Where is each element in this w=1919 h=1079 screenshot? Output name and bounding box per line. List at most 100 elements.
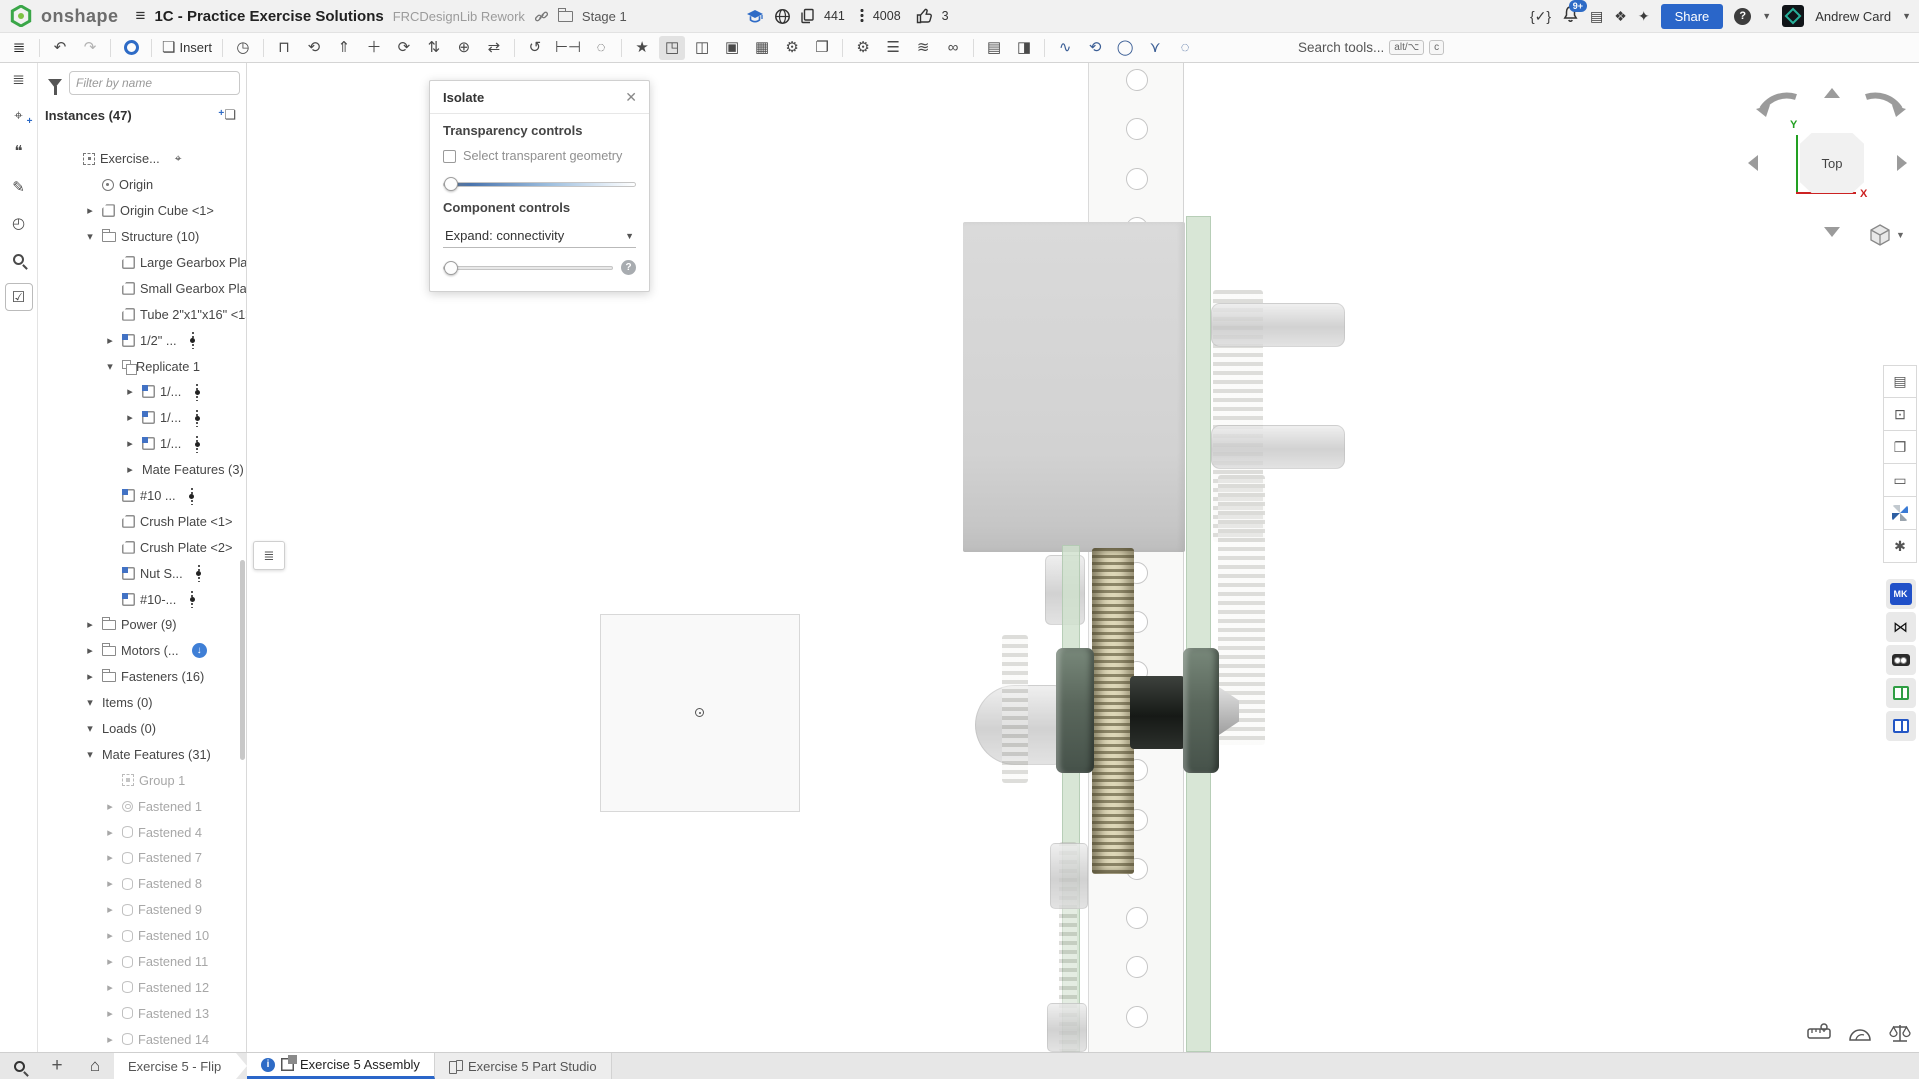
app-butterfly-button[interactable]: ⋈	[1886, 612, 1916, 642]
ghost-standoff-1[interactable]	[1211, 303, 1345, 347]
notes-panel-button[interactable]: ✎	[6, 175, 32, 199]
chevron-right-icon[interactable]: ▸	[123, 437, 137, 450]
extensions-panel-button[interactable]	[1883, 497, 1917, 530]
selection-region[interactable]	[600, 614, 800, 812]
pin-slot-mate-button[interactable]: ⇅	[421, 36, 447, 60]
history-button[interactable]: ◷	[230, 36, 256, 60]
view-up-arrow[interactable]	[1824, 88, 1840, 98]
workspace-folder-icon[interactable]	[558, 11, 573, 22]
group-button[interactable]: ▣	[719, 36, 745, 60]
expand-mode-dropdown[interactable]: Expand: connectivity ▼	[443, 225, 636, 248]
ghost-sprocket[interactable]	[1002, 635, 1028, 783]
chevron-down-icon[interactable]: ▾	[83, 748, 97, 761]
bom-panel-button[interactable]: ☑	[5, 283, 33, 311]
public-globe-icon[interactable]	[774, 8, 791, 25]
chevron-down-icon[interactable]: ▾	[83, 722, 97, 735]
redo-button[interactable]: ↷	[77, 36, 103, 60]
tree-item-exercise[interactable]: Exercise...⌖	[38, 146, 242, 172]
tab-exercise5-assembly[interactable]: iExercise 5 Assembly	[247, 1053, 435, 1079]
publications-button[interactable]: ❐	[809, 36, 835, 60]
configurations-panel-button[interactable]: ⊡	[1883, 398, 1917, 431]
tree-flyout-handle[interactable]: ≣	[253, 541, 285, 570]
mate-connector-panel-button[interactable]: ⌖+	[6, 103, 32, 127]
tree-item-origin-cube-1[interactable]: ▸Origin Cube <1>	[38, 198, 242, 224]
search-tools[interactable]: Search tools... alt/⌥ c	[1298, 40, 1444, 55]
add-tab-button[interactable]: +	[38, 1053, 76, 1079]
measure-length-button[interactable]	[1807, 1023, 1831, 1048]
close-icon[interactable]: ✕	[625, 89, 637, 106]
expand-slider-track[interactable]	[443, 266, 613, 270]
transparency-slider-knob[interactable]	[444, 177, 458, 191]
tree-item-fastened-14[interactable]: ▸Fastened 14	[38, 1026, 242, 1052]
sync-update-button[interactable]	[118, 36, 144, 60]
chevron-right-icon[interactable]: ▸	[103, 955, 117, 968]
tree-item-mate-features-3[interactable]: ▸Mate Features (3)	[38, 457, 242, 483]
view-cube-face-top[interactable]: Top	[1800, 133, 1864, 193]
workspace-name[interactable]: Stage 1	[582, 9, 627, 24]
tree-item-motors[interactable]: ▸Motors (...↓	[38, 638, 242, 664]
transparency-slider-track[interactable]	[443, 182, 636, 187]
insert-button[interactable]: ❏Insert	[159, 36, 215, 60]
belt-relation-button[interactable]: ∞	[940, 36, 966, 60]
tree-item-fastened-1[interactable]: ▸Fastened 1	[38, 793, 242, 819]
onshape-logo-text[interactable]: onshape	[41, 6, 119, 27]
chevron-right-icon[interactable]: ▸	[103, 903, 117, 916]
tree-item-fastened-10[interactable]: ▸Fastened 10	[38, 923, 242, 949]
screw-relation-button[interactable]: ≋	[910, 36, 936, 60]
user-name[interactable]: Andrew Card	[1815, 9, 1891, 24]
onshape-logo-icon[interactable]	[10, 5, 32, 27]
tree-item-large-gearbox-pla[interactable]: Large Gearbox Pla...	[38, 250, 242, 276]
copies-icon[interactable]	[800, 8, 815, 24]
featurescript-check-icon[interactable]: {✓}	[1530, 8, 1551, 25]
fastened-mate-button[interactable]: ⊓	[271, 36, 297, 60]
tree-item-loads-0[interactable]: ▾Loads (0)	[38, 716, 242, 742]
user-caret-icon[interactable]: ▼	[1902, 11, 1911, 21]
chevron-right-icon[interactable]: ▸	[123, 411, 137, 424]
chevron-right-icon[interactable]: ▸	[123, 463, 137, 476]
chevron-right-icon[interactable]: ▸	[103, 1033, 117, 1046]
transparency-slider[interactable]	[443, 177, 636, 191]
tree-item-1-2[interactable]: ▸1/2" ...	[38, 327, 242, 353]
tree-item-nut-s[interactable]: Nut S...	[38, 560, 242, 586]
home-tab-button[interactable]: ⌂	[76, 1053, 114, 1079]
app-green-book-button[interactable]	[1886, 678, 1916, 708]
help-caret-icon[interactable]: ▼	[1762, 11, 1771, 21]
link-icon[interactable]	[534, 9, 549, 24]
chevron-right-icon[interactable]: ▸	[103, 800, 117, 813]
isolate-button[interactable]: ◳	[659, 36, 685, 60]
tree-item-structure-10[interactable]: ▾Structure (10)	[38, 224, 242, 250]
explode-view-button[interactable]: ◌	[588, 36, 614, 60]
tree-item-power-9[interactable]: ▸Power (9)	[38, 612, 242, 638]
chevron-right-icon[interactable]: ▸	[123, 385, 137, 398]
named-positions-button[interactable]: ★	[629, 36, 655, 60]
view-left-arrow[interactable]	[1748, 155, 1758, 171]
main-gear[interactable]	[1092, 548, 1134, 874]
chevron-right-icon[interactable]: ▸	[103, 929, 117, 942]
measure-angle-button[interactable]	[1848, 1024, 1872, 1047]
filter-input[interactable]	[69, 71, 240, 95]
spacer-cylinder[interactable]	[1130, 676, 1185, 749]
tree-item-1[interactable]: ▸1/...	[38, 405, 242, 431]
chevron-right-icon[interactable]: ▸	[103, 1007, 117, 1020]
tree-item-fastened-8[interactable]: ▸Fastened 8	[38, 871, 242, 897]
spline-tool-button[interactable]: ∿	[1052, 36, 1078, 60]
tab-exercise5-partstudio[interactable]: Exercise 5 Part Studio	[435, 1053, 612, 1079]
app-mk-button[interactable]: MK	[1886, 579, 1916, 609]
chevron-down-icon[interactable]: ▾	[83, 696, 97, 709]
assembly-feature-list-button[interactable]: ≣	[6, 36, 32, 60]
view-down-arrow[interactable]	[1824, 227, 1840, 237]
chevron-right-icon[interactable]: ▸	[103, 334, 117, 347]
tree-item-fasteners-16[interactable]: ▸Fasteners (16)	[38, 664, 242, 690]
tree-item-crush-plate-1[interactable]: Crush Plate <1>	[38, 508, 242, 534]
parallel-mate-button[interactable]: ⇄	[481, 36, 507, 60]
likes-icon[interactable]	[916, 8, 933, 24]
reference-manager-panel-button[interactable]: ▭	[1883, 464, 1917, 497]
ball-mate-button[interactable]: ⊕	[451, 36, 477, 60]
ai-assistant-icon[interactable]: ✦	[1638, 8, 1650, 25]
chevron-right-icon[interactable]: ▸	[103, 826, 117, 839]
ghost-hex-bolt-bottom[interactable]	[1047, 1003, 1087, 1052]
tree-item-items-0[interactable]: ▾Items (0)	[38, 690, 242, 716]
tree-item-origin[interactable]: Origin	[38, 172, 242, 198]
linked-documents-panel-button[interactable]: ❐	[1883, 431, 1917, 464]
dotted-loop-tool-button[interactable]: ◌	[1172, 36, 1198, 60]
